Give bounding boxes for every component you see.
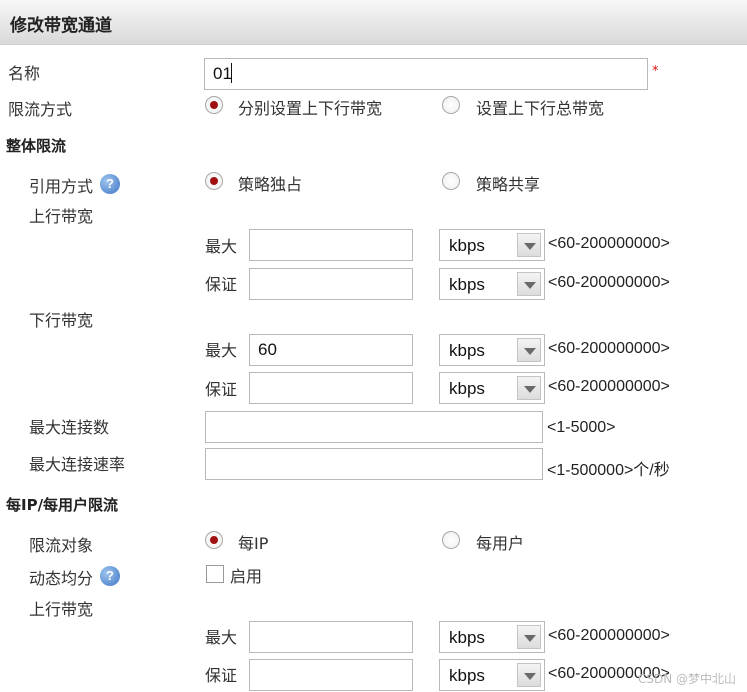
radio-per-user-label: 每用户 [476,534,525,553]
down-max-unit-value: kbps [449,341,485,360]
max-connections-range-hint: <1-5000> [547,419,616,436]
down-guarantee-range-hint: <60-200000000> [548,378,670,395]
dialog-title: 修改带宽通道 [10,16,112,36]
up-guarantee-unit-select[interactable]: kbps [439,268,545,300]
enable-checkbox[interactable] [206,565,224,583]
radio-per-user[interactable] [442,531,460,549]
limit-target-label: 限流对象 [29,536,94,555]
per-user-upload-bandwidth-label: 上行带宽 [29,600,94,619]
text-caret [231,63,232,83]
radio-separate-bandwidth-label: 分别设置上下行带宽 [238,99,383,118]
per-user-up-guarantee-input[interactable] [249,659,413,691]
max-connection-rate-range-hint: <1-500000>个/秒 [547,462,670,479]
radio-policy-exclusive[interactable] [205,172,223,190]
radio-total-bandwidth-label: 设置上下行总带宽 [476,99,605,118]
max-connection-rate-label: 最大连接速率 [29,455,126,474]
chevron-down-icon[interactable] [517,233,541,257]
down-max-label: 最大 [205,341,238,360]
help-icon[interactable]: ? [100,566,120,586]
chevron-down-icon[interactable] [517,663,541,687]
ref-mode-label: 引用方式 [29,177,94,196]
per-user-up-guarantee-unit-value: kbps [449,666,485,685]
up-max-input[interactable] [249,229,413,261]
watermark: CSDN @梦中北山 [638,672,737,686]
max-connections-label: 最大连接数 [29,418,110,437]
down-guarantee-input[interactable] [249,372,413,404]
radio-per-ip[interactable] [205,531,223,549]
down-guarantee-unit-value: kbps [449,379,485,398]
max-connection-rate-input[interactable] [205,448,543,480]
up-max-unit-value: kbps [449,236,485,255]
up-max-unit-select[interactable]: kbps [439,229,545,261]
per-user-up-max-input[interactable] [249,621,413,653]
up-guarantee-label: 保证 [205,275,238,294]
radio-per-ip-label: 每IP [238,534,269,553]
chevron-down-icon[interactable] [517,625,541,649]
down-max-unit-select[interactable]: kbps [439,334,545,366]
dynamic-share-label: 动态均分 [29,569,94,588]
per-user-up-guarantee-unit-select[interactable]: kbps [439,659,545,691]
up-guarantee-input[interactable] [249,268,413,300]
chevron-down-icon[interactable] [517,272,541,296]
upload-bandwidth-label: 上行带宽 [29,207,94,226]
download-bandwidth-label: 下行带宽 [29,311,94,330]
radio-total-bandwidth[interactable] [442,96,460,114]
down-max-input[interactable] [249,334,413,366]
overall-limit-section-title: 整体限流 [6,137,67,155]
up-max-range-hint: <60-200000000> [548,235,670,252]
enable-checkbox-label: 启用 [230,567,263,586]
down-max-range-hint: <60-200000000> [548,340,670,357]
radio-separate-bandwidth[interactable] [205,96,223,114]
radio-policy-exclusive-label: 策略独占 [238,175,303,194]
chevron-down-icon[interactable] [517,376,541,400]
radio-policy-shared[interactable] [442,172,460,190]
up-guarantee-range-hint: <60-200000000> [548,274,670,291]
help-icon[interactable]: ? [100,174,120,194]
chevron-down-icon[interactable] [517,338,541,362]
down-guarantee-label: 保证 [205,380,238,399]
per-user-up-max-unit-select[interactable]: kbps [439,621,545,653]
down-guarantee-unit-select[interactable]: kbps [439,372,545,404]
per-user-up-max-label: 最大 [205,628,238,647]
required-mark: * [652,64,659,79]
up-max-label: 最大 [205,237,238,256]
limit-mode-label: 限流方式 [8,100,73,119]
radio-policy-shared-label: 策略共享 [476,175,541,194]
per-user-up-max-unit-value: kbps [449,628,485,647]
per-user-up-max-range-hint: <60-200000000> [548,627,670,644]
per-user-limit-section-title: 每IP/每用户限流 [6,496,119,514]
up-guarantee-unit-value: kbps [449,275,485,294]
dialog-title-bar: 修改带宽通道 [0,0,747,45]
per-user-up-guarantee-label: 保证 [205,666,238,685]
name-label: 名称 [8,64,41,83]
max-connections-input[interactable] [205,411,543,443]
name-input[interactable] [204,58,648,90]
